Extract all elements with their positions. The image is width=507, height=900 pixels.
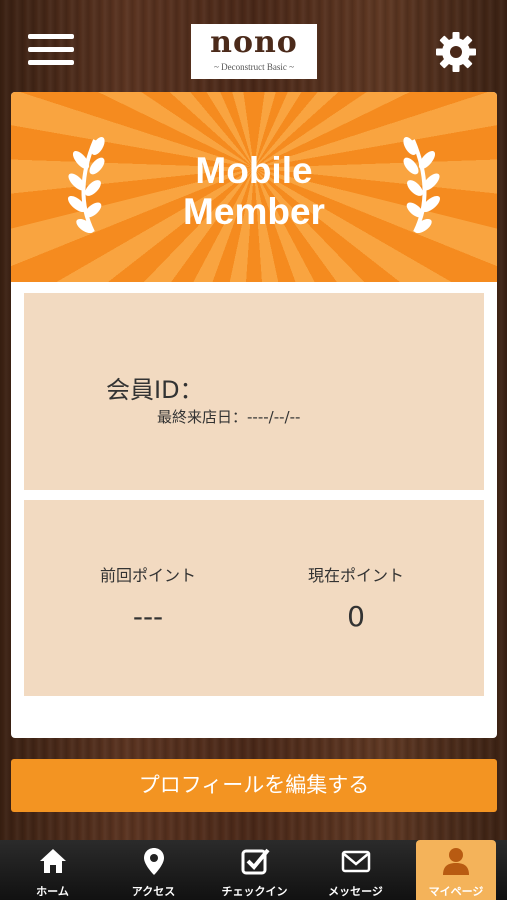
checkbox-icon [241, 848, 270, 875]
envelope-icon [341, 850, 371, 873]
current-points: 現在ポイント 0 [266, 562, 446, 633]
bottom-tab-bar: ホーム アクセス チェックイン メッセージ マイページ [0, 840, 507, 900]
previous-points-label: 前回ポイント [99, 566, 196, 585]
current-points-value: 0 [347, 600, 365, 633]
tab-home[interactable]: ホーム [2, 840, 103, 900]
gear-icon[interactable] [434, 30, 478, 74]
current-points-label: 現在ポイント [307, 566, 404, 585]
laurel-right-icon [403, 136, 441, 234]
map-pin-icon [144, 848, 164, 875]
top-bar: nono ~ Deconstruct Basic ~ [0, 0, 507, 90]
tab-message-label: メッセージ [328, 885, 383, 898]
person-icon [443, 848, 469, 875]
logo-subtitle: ~ Deconstruct Basic ~ [214, 62, 294, 72]
tab-home-label: ホーム [36, 885, 69, 898]
member-card: Mobile Member 会員ID： 最終来店日：----/--/-- 前回ポ… [11, 92, 497, 738]
previous-points-value: --- [132, 600, 164, 633]
points-panel: 前回ポイント --- 現在ポイント 0 [24, 500, 484, 696]
tab-access[interactable]: アクセス [103, 840, 204, 900]
last-visit-date: 最終来店日：----/--/-- [157, 408, 301, 426]
tab-message[interactable]: メッセージ [305, 840, 406, 900]
logo-main-text: nono [210, 25, 298, 60]
brand-logo: nono ~ Deconstruct Basic ~ [191, 24, 317, 79]
hamburger-menu-icon[interactable] [28, 34, 74, 72]
edit-profile-button[interactable]: プロフィールを編集する [11, 759, 497, 812]
member-id-label: 会員ID： [106, 376, 204, 404]
previous-points: 前回ポイント --- [58, 562, 238, 633]
home-icon [40, 849, 66, 873]
tab-access-label: アクセス [131, 885, 176, 898]
tab-checkin[interactable]: チェックイン [204, 840, 305, 900]
tab-mypage-label: マイページ [428, 885, 484, 898]
tab-checkin-label: チェックイン [221, 885, 288, 898]
mobile-member-banner: Mobile Member [11, 92, 497, 282]
member-id-panel: 会員ID： 最終来店日：----/--/-- [24, 293, 484, 490]
tab-mypage[interactable]: マイページ [416, 840, 496, 900]
